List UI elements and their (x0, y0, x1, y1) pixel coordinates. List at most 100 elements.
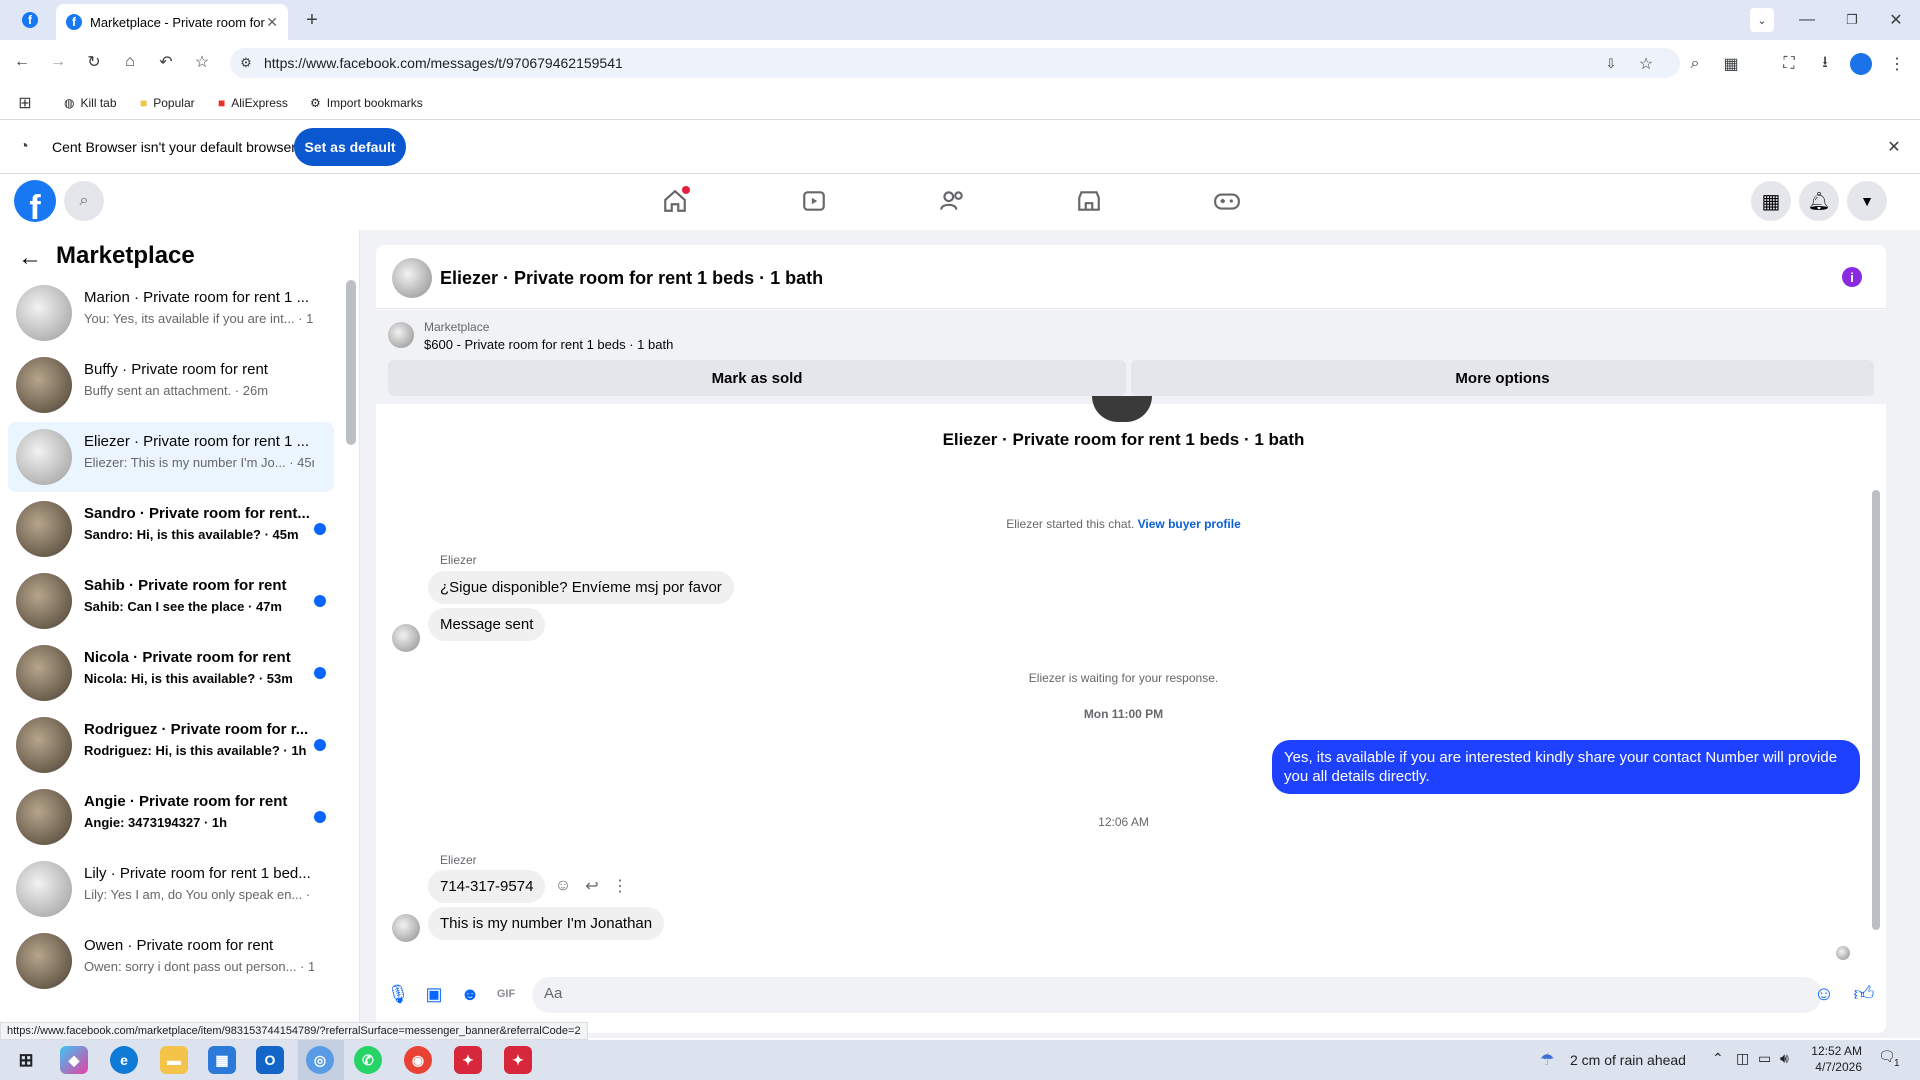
panel-title: Marketplace (56, 242, 195, 269)
conversation-item[interactable]: Owen · Private room for rent Owen: sorry… (8, 926, 334, 996)
microphone-icon[interactable]: 🎙︎ (386, 982, 410, 1006)
home-icon[interactable]: ⌂ (118, 50, 142, 74)
close-window-icon[interactable]: ✕ (1884, 8, 1908, 32)
search-icon[interactable]: ⌕ (1684, 53, 1706, 75)
bell-icon: 🔔︎ (1807, 190, 1831, 211)
forward-icon[interactable]: → (46, 50, 70, 74)
minimize-icon[interactable]: — (1795, 8, 1819, 32)
facebook-logo-icon[interactable]: f (14, 180, 56, 222)
marketplace-nav-icon[interactable] (1074, 186, 1104, 216)
reload-icon[interactable]: ↻ (82, 50, 106, 74)
weather-text[interactable]: 2 cm of rain ahead (1570, 1052, 1686, 1068)
react-emoji-icon[interactable]: ☺ (553, 876, 573, 896)
file-explorer-icon[interactable]: ▬ (160, 1046, 188, 1074)
network-icon[interactable]: ▭ (1758, 1050, 1771, 1067)
mark-as-sold-button[interactable]: Mark as sold (388, 360, 1126, 396)
profile-avatar-icon[interactable] (1850, 53, 1872, 75)
conversation-item[interactable]: Sahib · Private room for rent Sahib: Can… (8, 566, 334, 636)
bookmark-page-icon[interactable]: ☆ (1635, 53, 1657, 75)
sender-avatar[interactable] (392, 624, 420, 652)
outlook-icon[interactable]: O (256, 1046, 284, 1074)
download-icon[interactable]: ⭳ (1814, 53, 1836, 75)
listing-title[interactable]: $600 - Private room for rent 1 beds · 1 … (424, 337, 673, 352)
notifications-button[interactable]: 🔔︎ (1799, 181, 1839, 221)
chat-scrollbar[interactable] (1872, 490, 1880, 930)
incoming-message[interactable]: ¿Sigue disponible? Envíeme msj por favor (428, 571, 734, 604)
apps-grid-icon[interactable]: ⊞ (14, 92, 36, 114)
friends-nav-icon[interactable] (937, 186, 967, 216)
outgoing-message[interactable]: Yes, its available if you are interested… (1272, 740, 1860, 794)
rain-weather-icon[interactable]: ☂ (1540, 1050, 1554, 1070)
bookmark-kill-tab[interactable]: ◍ Kill tab (64, 92, 117, 114)
reply-icon[interactable]: ↩ (582, 876, 602, 896)
message-input[interactable] (532, 977, 1822, 1013)
listing-thumbnail[interactable] (388, 322, 414, 348)
back-arrow-icon[interactable]: ← (16, 244, 44, 272)
crop-icon[interactable]: ⛶ (1778, 53, 1800, 75)
conversation-item-active[interactable]: Eliezer · Private room for rent 1 ... El… (8, 422, 334, 492)
search-button[interactable]: ⌕ (64, 181, 104, 221)
facebook-pinned-tab-icon[interactable]: f (22, 12, 38, 28)
bookmark-import[interactable]: ⚙ Import bookmarks (310, 92, 423, 114)
set-default-button[interactable]: Set as default (294, 128, 406, 166)
windows-start-icon[interactable]: ⊞ (12, 1046, 40, 1074)
conversation-item[interactable]: Sandro · Private room for rent... Sandro… (8, 494, 334, 564)
menu-button[interactable]: ▦ (1751, 181, 1791, 221)
chat-title[interactable]: Eliezer · Private room for rent 1 beds ·… (440, 268, 823, 289)
whatsapp-icon[interactable]: ✆ (354, 1046, 382, 1074)
back-icon[interactable]: ← (10, 50, 34, 74)
conversation-item[interactable]: Angie · Private room for rent Angie: 347… (8, 782, 334, 852)
bookmark-aliexpress[interactable]: ■ AliExpress (218, 92, 288, 114)
incoming-message[interactable]: This is my number I'm Jonathan (428, 907, 665, 940)
photo-icon[interactable]: ▣ (422, 982, 446, 1006)
conversation-item[interactable]: Rodriguez · Private room for r... Rodrig… (8, 710, 334, 780)
like-thumb-icon[interactable]: 👍︎ (1852, 982, 1876, 1006)
undo-close-icon[interactable]: ↶ (154, 50, 178, 74)
conversation-item[interactable]: Marion · Private room for rent 1 ... You… (8, 278, 334, 348)
tray-chevron-icon[interactable]: ⌃ (1712, 1050, 1724, 1067)
url-text[interactable]: https://www.facebook.com/messages/t/9706… (264, 55, 623, 71)
edge-icon[interactable]: e (110, 1046, 138, 1074)
close-tab-icon[interactable]: ✕ (266, 14, 278, 31)
gif-icon[interactable]: GIF (494, 982, 518, 1006)
conversation-item[interactable]: Lily · Private room for rent 1 bed... Li… (8, 854, 334, 924)
incoming-message[interactable]: Message sent (428, 608, 546, 641)
restore-icon[interactable]: ❐ (1840, 8, 1864, 32)
incoming-message[interactable]: 714-317-9574 (428, 870, 546, 903)
chat-avatar[interactable] (392, 258, 432, 298)
close-infobar-icon[interactable]: ✕ (1884, 137, 1904, 157)
conversation-item[interactable]: Nicola · Private room for rent Nicola: H… (8, 638, 334, 708)
message-placeholder[interactable]: Aa (544, 985, 562, 1002)
home-nav-icon[interactable] (660, 186, 690, 216)
tray-app-icon[interactable]: ◫ (1736, 1050, 1749, 1067)
list-scrollbar[interactable] (346, 280, 356, 445)
cent-browser-icon[interactable]: ◎ (306, 1046, 334, 1074)
app-icon-red[interactable]: ✦ (454, 1046, 482, 1074)
info-icon[interactable]: i (1842, 267, 1862, 287)
emoji-icon[interactable]: ☺ (1812, 982, 1836, 1006)
sticker-icon[interactable]: ☻ (458, 982, 482, 1006)
conversation-item[interactable]: Buffy · Private room for rent Buffy sent… (8, 350, 334, 420)
new-tab-icon[interactable]: + (300, 8, 324, 32)
bookmark-popular[interactable]: ■ Popular (140, 92, 195, 114)
tab-search-icon[interactable]: ⌄ (1750, 8, 1774, 32)
install-app-icon[interactable]: ⇩ (1600, 53, 1622, 75)
volume-icon[interactable]: 🔊︎ (1780, 1050, 1789, 1067)
menu-kebab-icon[interactable]: ⋮ (1886, 53, 1908, 75)
app-icon-red-2[interactable]: ✦ (504, 1046, 532, 1074)
gaming-nav-icon[interactable] (1212, 186, 1242, 216)
bookmark-star-icon[interactable]: ☆ (190, 50, 214, 74)
clock[interactable]: 12:52 AM 4/7/2026 (1806, 1044, 1862, 1074)
more-options-button[interactable]: More options (1131, 360, 1874, 396)
browser-tab[interactable]: f Marketplace - Private room for ✕ (56, 4, 288, 40)
qr-code-icon[interactable]: ▦ (1720, 53, 1742, 75)
copilot-icon[interactable]: ◆ (60, 1046, 88, 1074)
store-icon[interactable]: ▦ (208, 1046, 236, 1074)
sender-avatar[interactable] (392, 914, 420, 942)
site-info-icon[interactable]: ⚙ (236, 53, 256, 73)
chrome-icon[interactable]: ◉ (404, 1046, 432, 1074)
video-nav-icon[interactable] (799, 186, 829, 216)
view-buyer-profile-link[interactable]: View buyer profile (1138, 517, 1241, 531)
more-actions-icon[interactable]: ⋮ (610, 876, 630, 896)
account-button[interactable]: ▼ (1847, 181, 1887, 221)
